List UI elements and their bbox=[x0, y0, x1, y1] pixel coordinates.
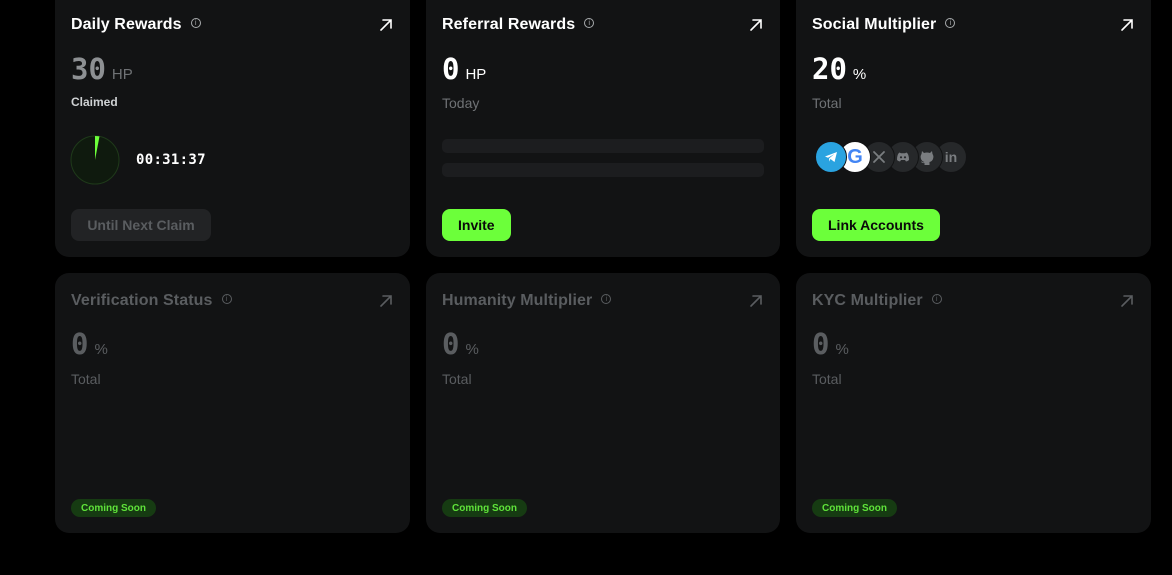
arrow-up-right-icon[interactable] bbox=[1119, 293, 1135, 309]
arrow-up-right-icon[interactable] bbox=[748, 293, 764, 309]
humanity-multiplier-header: Humanity Multiplier i bbox=[442, 292, 764, 310]
countdown-timer: 00:31:37 bbox=[136, 152, 206, 168]
verification-status-header: Verification Status i bbox=[71, 292, 394, 310]
kyc-multiplier-header: KYC Multiplier i bbox=[812, 292, 1135, 310]
invite-button[interactable]: Invite bbox=[442, 209, 511, 241]
stat-unit: % bbox=[94, 341, 108, 358]
stat-period: Total bbox=[812, 95, 842, 111]
coming-soon-badge: Coming Soon bbox=[442, 499, 527, 517]
info-icon[interactable]: i bbox=[584, 18, 595, 28]
stat-period: Total bbox=[71, 371, 101, 387]
arrow-up-right-icon[interactable] bbox=[1119, 17, 1135, 33]
stat-period: Total bbox=[812, 371, 842, 387]
loading-skeleton bbox=[442, 139, 764, 153]
stat-number: 0 bbox=[442, 52, 460, 86]
verification-status-card: Verification Status i 0 % Total Coming S… bbox=[55, 273, 410, 533]
stat-number: 20 bbox=[812, 52, 847, 86]
stat-number: 0 bbox=[442, 327, 460, 361]
kyc-multiplier-value: 0 % bbox=[812, 327, 849, 361]
linked-accounts: G in bbox=[815, 141, 967, 173]
claimed-status: Claimed bbox=[71, 95, 118, 109]
stat-unit: HP bbox=[465, 66, 487, 83]
social-multiplier-value: 20 % bbox=[812, 52, 866, 86]
card-title: Humanity Multiplier bbox=[442, 292, 593, 309]
until-next-claim-button: Until Next Claim bbox=[71, 209, 211, 241]
coming-soon-badge: Coming Soon bbox=[812, 499, 897, 517]
stat-period: Today bbox=[442, 95, 480, 111]
stat-number: 0 bbox=[812, 327, 830, 361]
social-multiplier-card: Social Multiplier i 20 % Total G in Link… bbox=[796, 0, 1151, 257]
claim-timer: 00:31:37 bbox=[70, 135, 206, 185]
arrow-up-right-icon[interactable] bbox=[378, 293, 394, 309]
stat-period: Total bbox=[442, 371, 472, 387]
humanity-multiplier-value: 0 % bbox=[442, 327, 479, 361]
daily-rewards-card: Daily Rewards i 30 HP Claimed 00:31:37 U… bbox=[55, 0, 410, 257]
arrow-up-right-icon[interactable] bbox=[748, 17, 764, 33]
info-icon[interactable]: i bbox=[601, 294, 612, 304]
referral-rewards-card: Referral Rewards i 0 HP Today Invite bbox=[426, 0, 780, 257]
info-icon[interactable]: i bbox=[945, 18, 956, 28]
stat-number: 0 bbox=[71, 327, 89, 361]
referral-rewards-value: 0 HP bbox=[442, 52, 486, 86]
link-accounts-button[interactable]: Link Accounts bbox=[812, 209, 940, 241]
card-title: Social Multiplier bbox=[812, 16, 937, 33]
daily-rewards-value: 30 HP bbox=[71, 52, 133, 86]
stat-number: 30 bbox=[71, 52, 106, 86]
telegram-icon[interactable] bbox=[815, 141, 847, 173]
coming-soon-badge: Coming Soon bbox=[71, 499, 156, 517]
loading-skeleton bbox=[442, 163, 764, 177]
stat-unit: % bbox=[835, 341, 849, 358]
card-title: Daily Rewards bbox=[71, 16, 182, 33]
referral-rewards-header: Referral Rewards i bbox=[442, 16, 764, 34]
arrow-up-right-icon[interactable] bbox=[378, 17, 394, 33]
info-icon[interactable]: i bbox=[221, 294, 232, 304]
progress-pie bbox=[70, 135, 120, 185]
humanity-multiplier-card: Humanity Multiplier i 0 % Total Coming S… bbox=[426, 273, 780, 533]
verification-status-value: 0 % bbox=[71, 327, 108, 361]
stat-unit: HP bbox=[111, 66, 133, 83]
card-title: KYC Multiplier bbox=[812, 292, 923, 309]
info-icon[interactable]: i bbox=[190, 18, 201, 28]
card-title: Referral Rewards bbox=[442, 16, 576, 33]
info-icon[interactable]: i bbox=[931, 294, 942, 304]
stat-unit: % bbox=[852, 66, 867, 83]
daily-rewards-header: Daily Rewards i bbox=[71, 16, 394, 34]
stat-unit: % bbox=[465, 341, 479, 358]
social-multiplier-header: Social Multiplier i bbox=[812, 16, 1135, 34]
kyc-multiplier-card: KYC Multiplier i 0 % Total Coming Soon bbox=[796, 273, 1151, 533]
card-title: Verification Status bbox=[71, 292, 213, 309]
